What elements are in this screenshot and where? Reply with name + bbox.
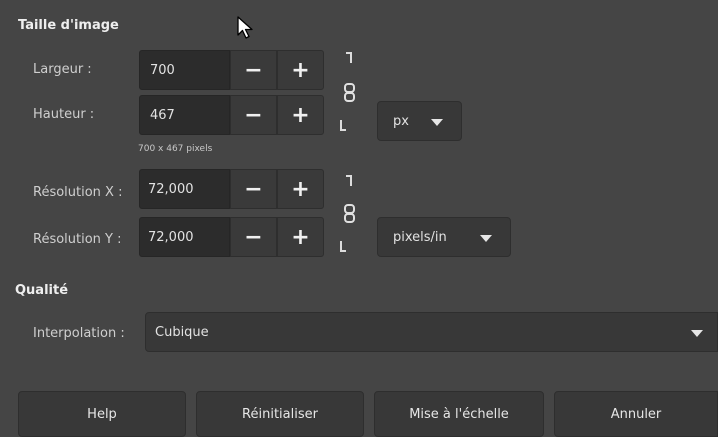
height-decrement-button[interactable]: − [230, 95, 277, 135]
chain-bottom-bracket [340, 120, 346, 131]
chain-link-icon [344, 83, 355, 102]
height-input[interactable]: 467 [139, 95, 230, 135]
chain-top-bracket [346, 175, 352, 186]
size-chain-toggle[interactable] [340, 52, 362, 132]
width-decrement-button[interactable]: − [230, 50, 277, 90]
res-y-label: Résolution Y : [33, 232, 122, 247]
res-x-input[interactable]: 72,000 [139, 169, 230, 209]
width-input[interactable]: 700 [139, 50, 230, 90]
height-increment-button[interactable]: + [277, 95, 324, 135]
res-y-input[interactable]: 72,000 [139, 217, 230, 257]
res-x-increment-button[interactable]: + [277, 169, 324, 209]
dropdown-arrow-icon [480, 235, 492, 242]
height-label: Hauteur : [33, 107, 95, 122]
size-unit-value: px [393, 113, 409, 129]
dropdown-arrow-icon [691, 330, 703, 337]
cancel-button[interactable]: Annuler [554, 391, 718, 437]
interpolation-label: Interpolation : [33, 326, 125, 341]
res-x-decrement-button[interactable]: − [230, 169, 277, 209]
resolution-unit-dropdown[interactable]: pixels/in [377, 217, 511, 257]
resolution-unit-value: pixels/in [393, 229, 447, 245]
res-x-label: Résolution X : [33, 185, 123, 200]
size-hint-text: 700 x 467 pixels [138, 144, 213, 154]
reset-button[interactable]: Réinitialiser [196, 391, 364, 437]
section-title-image-size: Taille d'image [18, 18, 119, 33]
width-increment-button[interactable]: + [277, 50, 324, 90]
chain-top-bracket [346, 52, 352, 63]
size-unit-dropdown[interactable]: px [377, 101, 462, 141]
res-y-increment-button[interactable]: + [277, 217, 324, 257]
help-button[interactable]: Help [18, 391, 186, 437]
res-y-decrement-button[interactable]: − [230, 217, 277, 257]
section-title-quality: Qualité [15, 283, 69, 298]
resolution-chain-toggle[interactable] [340, 175, 362, 253]
interpolation-value: Cubique [155, 324, 209, 340]
width-label: Largeur : [33, 62, 92, 77]
mouse-cursor-icon [237, 16, 253, 39]
chain-link-icon [344, 204, 355, 223]
chain-bottom-bracket [340, 241, 346, 252]
dropdown-arrow-icon [431, 119, 443, 126]
scale-button[interactable]: Mise à l'échelle [374, 391, 544, 437]
interpolation-dropdown[interactable]: Cubique [145, 312, 718, 352]
